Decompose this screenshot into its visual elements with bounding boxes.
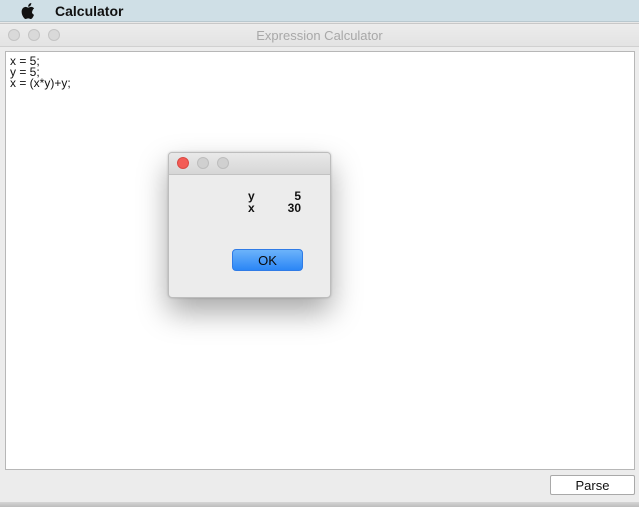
window-titlebar[interactable]: Expression Calculator [0,24,639,47]
ok-button[interactable]: OK [232,249,303,271]
minimize-dot-icon [197,157,209,169]
window-title: Expression Calculator [256,28,383,43]
parse-button[interactable]: Parse [550,475,635,495]
code-line: y = 5; [10,65,40,79]
menu-bar: Calculator [0,0,639,22]
result-variable-value: 30 [287,201,301,215]
apple-icon[interactable] [20,2,36,19]
dialog-titlebar[interactable] [169,153,330,175]
window-bottom-edge [0,502,639,507]
result-variable-name: x [248,201,255,215]
zoom-dot-icon [217,157,229,169]
code-line: x = (x*y)+y; [10,76,71,90]
close-dot-icon[interactable] [177,157,189,169]
app-name-menu[interactable]: Calculator [55,3,123,19]
code-line: x = 5; [10,54,40,68]
result-dialog: y 5 x 30 OK [168,152,331,298]
